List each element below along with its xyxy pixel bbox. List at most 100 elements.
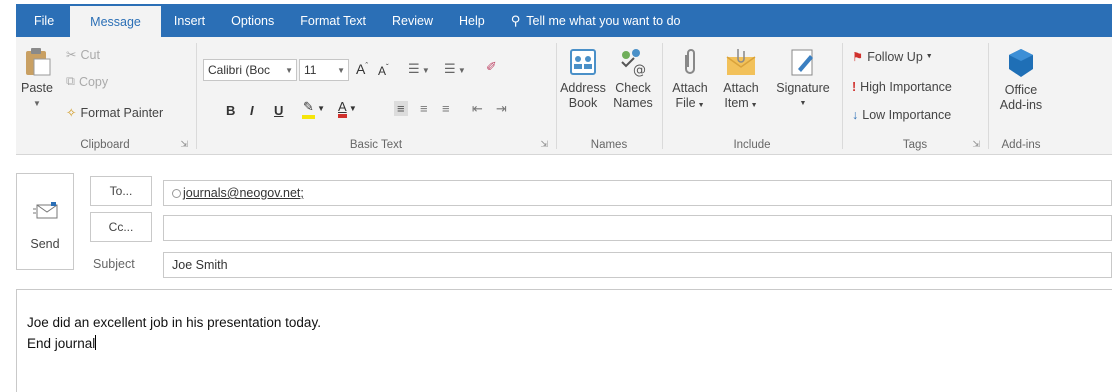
shrink-font-button[interactable]: Aˇ bbox=[378, 63, 389, 78]
high-importance-label: High Importance bbox=[860, 80, 952, 94]
send-label: Send bbox=[30, 237, 60, 251]
decrease-indent-button[interactable]: ⇤ bbox=[472, 101, 483, 117]
subject-field[interactable]: Joe Smith bbox=[163, 252, 1112, 278]
check-names-label-2: Names bbox=[613, 96, 653, 110]
tab-review[interactable]: Review bbox=[379, 4, 446, 37]
addins-group-label: Add-ins bbox=[1001, 139, 1041, 151]
font-name-select[interactable]: Calibri (Boc ▼ bbox=[203, 59, 297, 81]
high-importance-button[interactable]: ! High Importance bbox=[852, 80, 952, 94]
attach-file-button[interactable]: Attach File ▼ bbox=[666, 47, 714, 113]
body-line-1: Joe did an excellent job in his presenta… bbox=[27, 315, 321, 330]
tell-me-search[interactable]: ⚲ Tell me what you want to do bbox=[498, 4, 694, 37]
chevron-down-icon: ▼ bbox=[925, 53, 933, 60]
format-painter-button[interactable]: ✧ Format Painter bbox=[66, 105, 164, 121]
cc-button[interactable]: Cc... bbox=[90, 212, 152, 242]
grow-font-button[interactable]: Aˆ bbox=[356, 61, 368, 77]
bullets-button[interactable]: ☰ ▼ bbox=[408, 61, 430, 77]
signature-icon bbox=[791, 49, 813, 76]
italic-button[interactable]: I bbox=[250, 103, 254, 118]
ribbon: Paste ▼ ✂ Cut ⧉ Copy ✧ Format Painter Cl… bbox=[16, 37, 1112, 155]
to-field[interactable]: journals@neogov.net; bbox=[163, 180, 1112, 206]
subject-label: Subject bbox=[93, 257, 135, 271]
increase-indent-button[interactable]: ⇥ bbox=[496, 101, 507, 117]
chevron-down-icon: ▼ bbox=[799, 100, 807, 107]
to-button[interactable]: To... bbox=[90, 176, 152, 206]
cc-field[interactable] bbox=[163, 215, 1112, 241]
font-color-icon: A bbox=[338, 99, 347, 118]
attach-file-label-1: Attach bbox=[672, 81, 708, 95]
tab-help[interactable]: Help bbox=[446, 4, 498, 37]
recipient-address: journals@neogov.net; bbox=[183, 186, 304, 200]
low-importance-label: Low Importance bbox=[862, 108, 952, 122]
tab-options[interactable]: Options bbox=[218, 4, 287, 37]
lightbulb-icon: ⚲ bbox=[510, 12, 521, 28]
divider bbox=[988, 43, 989, 149]
tab-file[interactable]: File bbox=[16, 4, 70, 37]
addins-group: Office Add-ins Add-ins bbox=[990, 37, 1052, 155]
basic-text-launcher-icon[interactable]: ⇲ bbox=[540, 139, 548, 150]
cut-button[interactable]: ✂ Cut bbox=[66, 47, 100, 63]
underline-button[interactable]: U bbox=[274, 103, 283, 118]
bold-button[interactable]: B bbox=[226, 103, 235, 118]
tags-group: ⚑ Follow Up ▼ ! High Importance ↓ Low Im… bbox=[844, 37, 986, 155]
attach-item-label-2: Item ▼ bbox=[724, 96, 758, 110]
font-name-value: Calibri (Boc bbox=[208, 63, 271, 77]
recipient-chip[interactable]: journals@neogov.net; bbox=[172, 181, 304, 205]
divider bbox=[842, 43, 843, 149]
font-color-button[interactable]: A ▼ bbox=[338, 99, 357, 118]
paperclip-icon bbox=[685, 49, 695, 74]
send-button[interactable]: Send bbox=[16, 173, 74, 270]
office-addins-button[interactable]: Office Add-ins bbox=[992, 47, 1050, 113]
format-painter-label: Format Painter bbox=[80, 105, 164, 120]
tags-launcher-icon[interactable]: ⇲ bbox=[972, 139, 980, 150]
divider bbox=[662, 43, 663, 149]
tab-message[interactable]: Message bbox=[70, 6, 161, 37]
follow-up-button[interactable]: ⚑ Follow Up ▼ bbox=[852, 49, 933, 65]
clipboard-group-label: Clipboard bbox=[80, 139, 130, 151]
include-group: Attach File ▼ Attach Item ▼ Signature ▼ bbox=[664, 37, 840, 155]
address-book-label-2: Book bbox=[568, 96, 598, 110]
include-group-label: Include bbox=[733, 139, 771, 151]
chevron-down-icon: ▼ bbox=[337, 65, 345, 75]
cut-label: Cut bbox=[80, 47, 100, 62]
numbering-button[interactable]: ☰ ▼ bbox=[444, 61, 466, 77]
highlight-color-button[interactable]: ✎ ▼ bbox=[302, 99, 325, 119]
scissors-icon: ✂ bbox=[66, 48, 77, 62]
copy-label: Copy bbox=[78, 74, 109, 89]
paste-label: Paste bbox=[21, 81, 53, 95]
tell-me-text: Tell me what you want to do bbox=[526, 13, 681, 28]
align-center-button[interactable]: ≡ bbox=[420, 101, 428, 116]
envelope-attach-icon bbox=[726, 49, 756, 75]
tags-group-label: Tags bbox=[902, 139, 928, 151]
paintbrush-icon: ✧ bbox=[66, 106, 77, 120]
copy-button[interactable]: ⧉ Copy bbox=[66, 74, 108, 89]
address-book-icon bbox=[570, 49, 596, 75]
message-body[interactable]: Joe did an excellent job in his presenta… bbox=[16, 289, 1112, 392]
low-importance-button[interactable]: ↓ Low Importance bbox=[852, 108, 951, 122]
check-names-label-1: Check bbox=[615, 81, 651, 95]
clipboard-launcher-icon[interactable]: ⇲ bbox=[180, 139, 188, 150]
paste-button[interactable]: Paste ▼ bbox=[18, 45, 56, 111]
check-names-button[interactable]: @ Check Names bbox=[608, 47, 658, 111]
signature-button[interactable]: Signature ▼ bbox=[768, 47, 838, 111]
office-addins-label-2: Add-ins bbox=[999, 98, 1043, 112]
font-size-select[interactable]: 11 ▼ bbox=[299, 59, 349, 81]
align-right-button[interactable]: ≡ bbox=[442, 101, 450, 116]
check-names-icon: @ bbox=[621, 49, 646, 77]
tab-insert[interactable]: Insert bbox=[161, 4, 218, 37]
address-book-button[interactable]: Address Book bbox=[558, 47, 608, 111]
clear-formatting-icon[interactable]: ✐ bbox=[486, 59, 497, 75]
font-size-value: 11 bbox=[304, 63, 317, 77]
basic-text-group-label: Basic Text bbox=[349, 139, 403, 151]
down-arrow-icon: ↓ bbox=[852, 108, 859, 122]
attach-item-button[interactable]: Attach Item ▼ bbox=[716, 47, 766, 113]
divider bbox=[196, 43, 197, 149]
align-left-button[interactable]: ≡ bbox=[394, 101, 408, 116]
office-addins-icon bbox=[1009, 49, 1033, 77]
paste-dropdown-icon[interactable]: ▼ bbox=[18, 96, 56, 111]
address-book-label-1: Address bbox=[560, 81, 606, 95]
highlighter-icon: ✎ bbox=[302, 99, 315, 119]
paste-icon bbox=[26, 48, 51, 76]
exclamation-icon: ! bbox=[852, 80, 857, 94]
tab-format-text[interactable]: Format Text bbox=[287, 4, 379, 37]
